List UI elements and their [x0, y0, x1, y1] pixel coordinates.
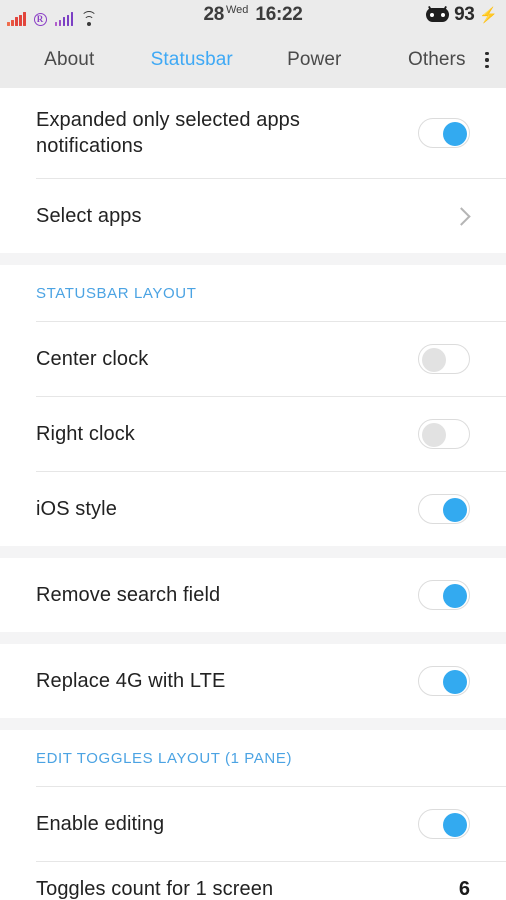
row-label: Replace 4G with LTE [36, 670, 226, 692]
row-replace-4g-with-lte[interactable]: Replace 4G with LTE [0, 644, 506, 718]
toggle-expanded-only-selected-apps[interactable] [418, 118, 470, 148]
settings-group-lte: Replace 4G with LTE [0, 644, 506, 718]
toggles-count-value: 6 [458, 877, 470, 900]
statusbar-day-of-week: Wed [226, 4, 249, 16]
row-label: Right clock [36, 423, 135, 445]
settings-group-edit-toggles-layout: EDIT TOGGLES LAYOUT (1 PANE) Enable edit… [0, 730, 506, 900]
section-gap [0, 718, 506, 730]
section-gap [0, 253, 506, 265]
settings-group-statusbar-layout: STATUSBAR LAYOUT Center clock Right cloc… [0, 265, 506, 546]
toggle-remove-search-field[interactable] [418, 580, 470, 610]
settings-group-notifications: Expanded only selected apps notification… [0, 88, 506, 253]
toggle-enable-editing[interactable] [418, 809, 470, 839]
tab-about[interactable]: About [8, 32, 131, 88]
tab-power[interactable]: Power [253, 32, 376, 88]
settings-group-search-field: Remove search field [0, 558, 506, 632]
row-enable-editing[interactable]: Enable editing [0, 787, 506, 861]
section-header-edit-toggles-layout: EDIT TOGGLES LAYOUT (1 PANE) [0, 730, 506, 786]
battery-icon [426, 5, 450, 22]
row-label: Expanded only selected apps notification… [36, 109, 300, 157]
row-label: Select apps [36, 205, 142, 227]
charging-bolt-icon: ⚡ [479, 6, 498, 24]
app-header: R 28 Wed 16:22 93 ⚡ About Statusbar Powe… [0, 0, 506, 88]
row-right-clock[interactable]: Right clock [0, 397, 506, 471]
toggle-center-clock[interactable] [418, 344, 470, 374]
settings-list: Expanded only selected apps notification… [0, 88, 506, 900]
tab-statusbar[interactable]: Statusbar [131, 32, 254, 88]
row-center-clock[interactable]: Center clock [0, 322, 506, 396]
statusbar-time: 16:22 [255, 4, 303, 25]
section-header-statusbar-layout: STATUSBAR LAYOUT [0, 265, 506, 321]
row-label: Remove search field [36, 584, 221, 606]
chevron-right-icon [452, 206, 471, 226]
row-ios-style[interactable]: iOS style [0, 472, 506, 546]
row-label: Toggles count for 1 screen [36, 878, 274, 900]
row-remove-search-field[interactable]: Remove search field [0, 558, 506, 632]
toggle-replace-4g-with-lte[interactable] [418, 666, 470, 696]
overflow-menu-icon[interactable] [478, 48, 496, 72]
battery-percent: 93 [454, 4, 475, 25]
row-label: Center clock [36, 348, 149, 370]
toggle-ios-style[interactable] [418, 494, 470, 524]
toggle-right-clock[interactable] [418, 419, 470, 449]
section-gap [0, 546, 506, 558]
app-screen: R 28 Wed 16:22 93 ⚡ About Statusbar Powe… [0, 0, 506, 900]
row-toggles-count[interactable]: Toggles count for 1 screen 6 [0, 862, 506, 900]
tab-bar: About Statusbar Power Others [0, 32, 506, 88]
statusbar-right-icons: 93 ⚡ [426, 4, 498, 26]
row-expanded-only-selected-apps[interactable]: Expanded only selected apps notification… [0, 88, 506, 178]
row-select-apps[interactable]: Select apps [0, 179, 506, 253]
system-statusbar: R 28 Wed 16:22 93 ⚡ [0, 0, 506, 32]
row-label: Enable editing [36, 813, 165, 835]
statusbar-day: 28 [203, 4, 224, 25]
section-gap [0, 632, 506, 644]
row-label: iOS style [36, 498, 117, 520]
